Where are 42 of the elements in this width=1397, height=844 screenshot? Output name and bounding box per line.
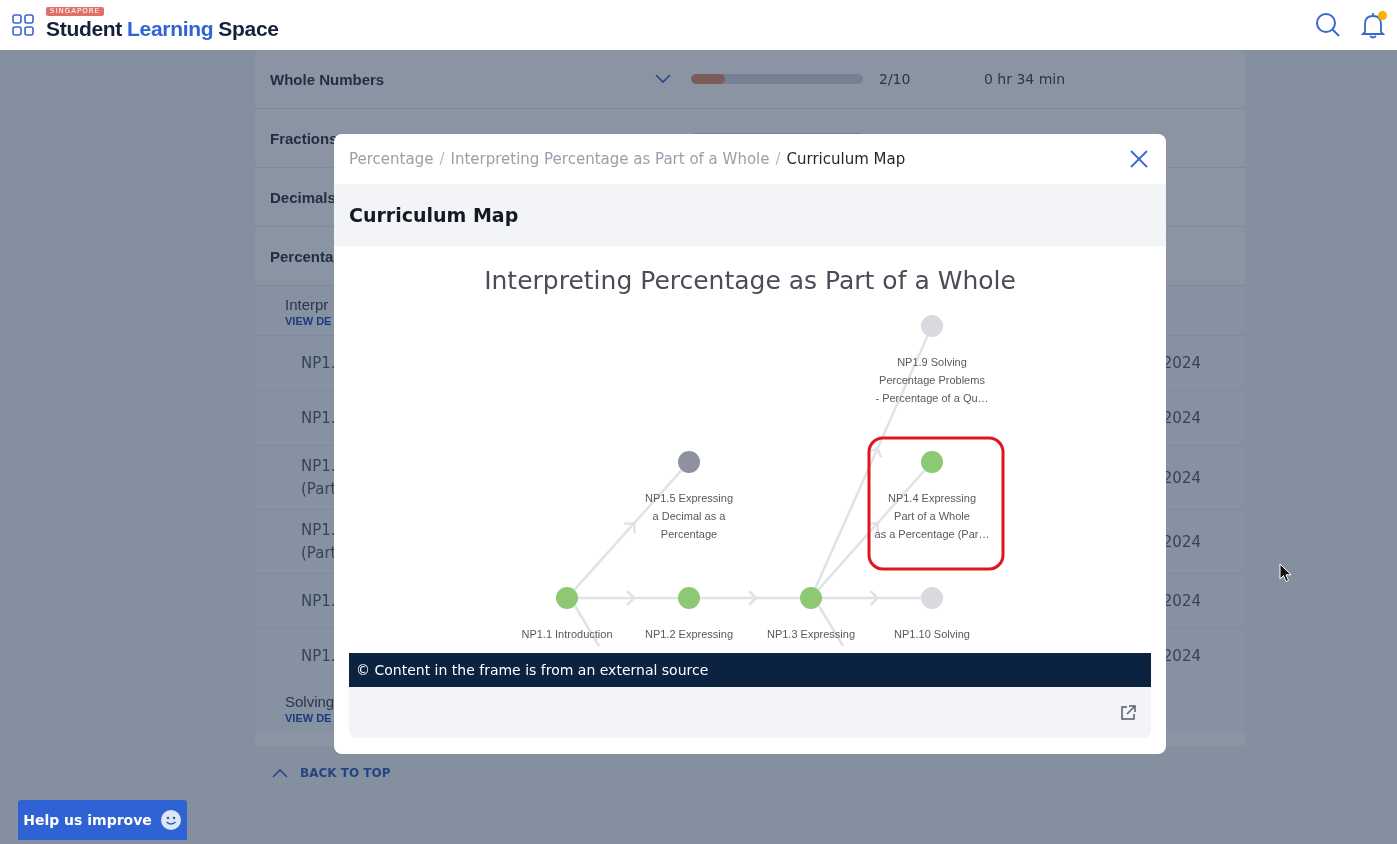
smiley-icon: [159, 809, 182, 831]
breadcrumb-item[interactable]: Interpreting Percentage as Part of a Whole: [450, 150, 770, 168]
view-details-link[interactable]: VIEW DE: [285, 315, 332, 327]
node-label: NP1.10 Solving: [894, 628, 970, 640]
progress-count: 2/10: [879, 71, 912, 87]
chevron-down-icon[interactable]: [655, 74, 671, 84]
view-details-link[interactable]: VIEW DE: [285, 712, 332, 724]
breadcrumb-separator: /: [439, 150, 445, 168]
mouse-cursor-icon: [1279, 563, 1292, 583]
node-label: NP1.2 Expressing: [645, 628, 733, 640]
lesson-title[interactable]: NP1.: [301, 644, 336, 668]
logo-word: Learning: [127, 15, 214, 42]
lesson-title[interactable]: NP1.: [301, 351, 336, 375]
logo-word: Space: [218, 15, 279, 42]
logo-word: Student: [46, 15, 123, 42]
modal-heading: Curriculum Map: [349, 204, 519, 226]
external-link-icon[interactable]: [1120, 704, 1136, 721]
lesson-title[interactable]: NP1. (Part: [301, 454, 337, 501]
time-spent: 0 hr 34 min: [984, 71, 1066, 87]
node-label: NP1.4 Expressing Part of a Whole as a Percentage (Par…: [874, 492, 990, 540]
notification-bell-icon[interactable]: [1361, 11, 1385, 39]
breadcrumb-item[interactable]: Percentage: [349, 150, 434, 168]
caret-up-icon[interactable]: [272, 768, 288, 778]
close-icon[interactable]: [1130, 150, 1148, 168]
back-to-top-link[interactable]: BACK TO TOP: [272, 766, 391, 780]
node-label: NP1.3 Expressing: [767, 628, 855, 640]
section-title: Solving: [285, 693, 335, 710]
section-title: Interpr: [285, 296, 329, 313]
lesson-title[interactable]: NP1.: [301, 589, 336, 613]
search-icon[interactable]: [1315, 12, 1341, 38]
breadcrumb-separator: /: [775, 150, 781, 168]
breadcrumb-item: Curriculum Map: [786, 150, 906, 168]
help-us-improve-button[interactable]: Help us improve: [18, 800, 187, 840]
node-label: NP1.5 Expressing a Decimal as a Percentage: [645, 492, 733, 540]
lesson-title[interactable]: NP1.: [301, 406, 336, 430]
topic-name[interactable]: Whole Numbers: [270, 70, 655, 88]
apps-menu-icon[interactable]: [12, 14, 34, 36]
external-source-notice: © Content in the frame is from an external source: [349, 653, 1151, 687]
node-label: NP1.9 Solving Percentage Problems - Percentage of a Qu…: [875, 356, 989, 404]
lesson-title[interactable]: NP1. (Part: [301, 518, 337, 565]
node-label: NP1.1 Introduction: [521, 628, 613, 640]
map-title: Interpreting Percentage as Part of a Whole: [484, 266, 1016, 295]
